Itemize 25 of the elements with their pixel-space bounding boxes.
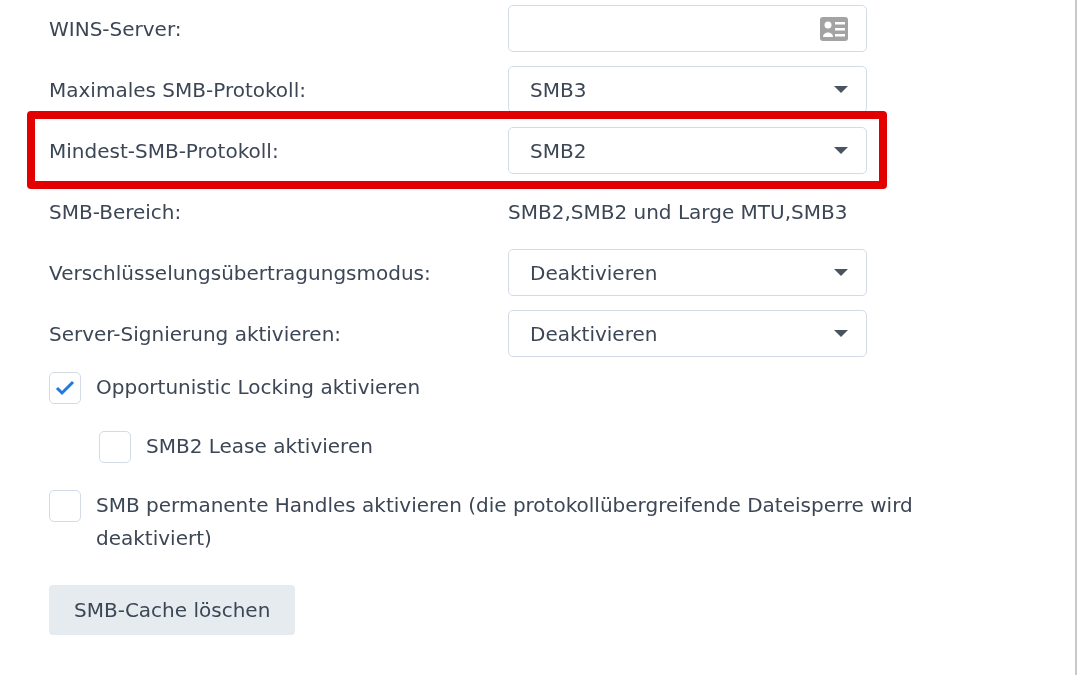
checkbox[interactable] [49, 372, 81, 404]
checkbox-label: SMB permanente Handles aktivieren (die protokollübergreifende Dateisperre wird deaktiviert) [96, 492, 914, 552]
dropdown[interactable]: Deaktivieren [508, 249, 867, 296]
checkmark-icon [55, 380, 75, 396]
field-label: WINS-Server: [49, 16, 183, 41]
checkbox[interactable] [49, 490, 81, 522]
dropdown-caret-icon [834, 268, 848, 277]
field-label: SMB-Bereich: [49, 199, 183, 224]
field-label: Server-Signierung aktivieren: [49, 321, 343, 346]
checkbox-label: SMB2 Lease aktivieren [146, 433, 373, 460]
field-label: Mindest-SMB-Protokoll: [49, 138, 280, 163]
checkbox[interactable] [99, 431, 131, 463]
value-text: SMB2,SMB2 und Large MTU,SMB3 [508, 199, 848, 224]
dropdown[interactable]: Deaktivieren [508, 310, 867, 357]
input-field[interactable] [508, 5, 867, 52]
field-label: Maximales SMB-Protokoll: [49, 77, 307, 102]
dropdown[interactable]: SMB2 [508, 127, 867, 174]
dropdown[interactable]: SMB3 [508, 66, 867, 113]
dropdown-caret-icon [834, 329, 848, 338]
field-label: Verschlüsselungsübertragungsmodus: [49, 260, 432, 285]
clear-cache-button[interactable]: SMB-Cache löschen [49, 585, 296, 635]
dropdown-caret-icon [834, 146, 848, 155]
dropdown-caret-icon [834, 85, 848, 94]
checkbox-label: Opportunistic Locking aktivieren [96, 374, 421, 401]
contact-card-icon [820, 16, 848, 41]
